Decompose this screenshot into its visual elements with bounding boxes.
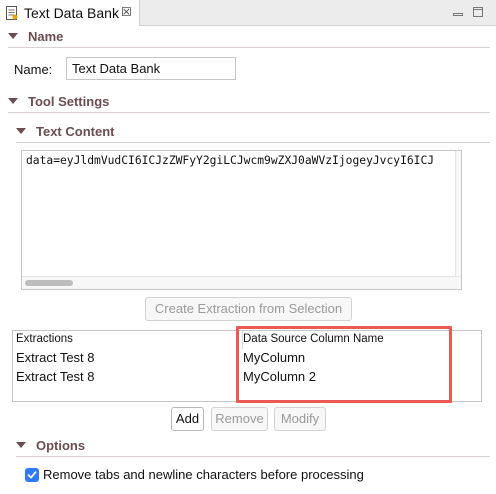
add-button[interactable]: Add (171, 407, 204, 431)
remove-button[interactable]: Remove (211, 407, 268, 431)
editor-tab-title: Text Data Bank (24, 5, 119, 21)
annotation-highlight-box (236, 326, 452, 403)
section-options-header[interactable]: Options (16, 438, 85, 456)
vertical-scrollbar[interactable] (455, 151, 461, 277)
minimize-icon[interactable] (452, 6, 464, 18)
name-label: Name: (14, 62, 53, 77)
remove-tabs-label[interactable]: Remove tabs and newline characters befor… (43, 467, 364, 482)
text-content-textarea[interactable]: data=eyJldmVudCI6ICJzZWFyY2giLCJwcm9wZXJ… (21, 150, 462, 290)
horizontal-scrollbar[interactable] (22, 276, 461, 289)
document-icon (6, 6, 18, 20)
close-icon[interactable]: ☒ (121, 5, 132, 19)
horizontal-scrollbar-thumb[interactable] (25, 280, 73, 286)
text-content-value: data=eyJldmVudCI6ICJzZWFyY2giLCJwcm9wZXJ… (26, 154, 435, 167)
section-text-content-header[interactable]: Text Content (16, 124, 114, 142)
maximize-icon[interactable] (472, 6, 484, 18)
twistie-expanded-icon (16, 128, 26, 134)
section-divider (8, 47, 490, 48)
twistie-expanded-icon (16, 442, 26, 448)
name-input[interactable] (66, 57, 236, 80)
modify-button[interactable]: Modify (274, 407, 326, 431)
create-extraction-button[interactable]: Create Extraction from Selection (145, 297, 352, 321)
section-name-title: Name (28, 29, 64, 44)
editor-tab-bar: Text Data Bank ☒ (0, 0, 496, 26)
editor-tab[interactable]: Text Data Bank ☒ (0, 0, 140, 26)
section-options-title: Options (36, 438, 86, 453)
section-divider (8, 112, 490, 113)
section-divider (16, 456, 490, 457)
remove-tabs-checkbox[interactable] (25, 468, 39, 482)
extraction-cell: Extract Test 8 (16, 369, 95, 384)
checkmark-icon (27, 471, 37, 479)
section-tool-settings-title: Tool Settings (28, 94, 110, 109)
section-tool-settings-header[interactable]: Tool Settings (8, 94, 109, 112)
section-divider (16, 142, 490, 143)
extraction-cell: Extract Test 8 (16, 350, 95, 365)
twistie-expanded-icon (8, 33, 18, 39)
section-text-content-title: Text Content (36, 124, 115, 139)
column-header-extractions[interactable]: Extractions (16, 333, 73, 345)
section-name-header[interactable]: Name (8, 29, 63, 47)
twistie-expanded-icon (8, 98, 18, 104)
